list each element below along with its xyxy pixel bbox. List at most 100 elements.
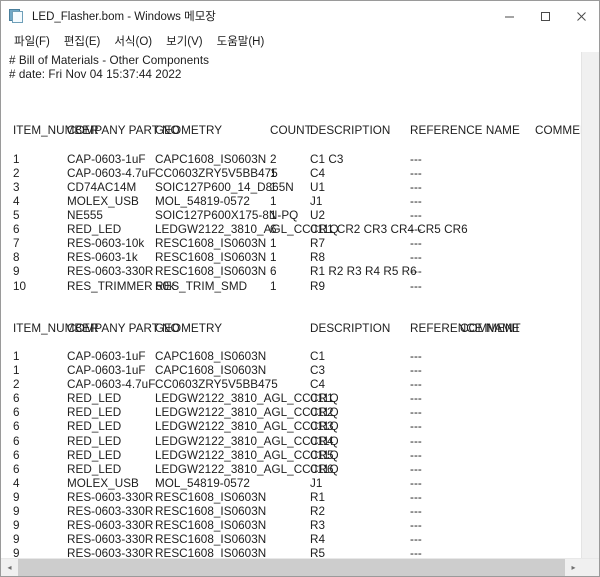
table-row: 2CAP-0603-4.7uFCC0603ZRY5V5BB4751C4---	[5, 167, 581, 181]
table-cell: 6	[270, 223, 310, 237]
table-cell: CAPC1608_IS0603N	[155, 350, 310, 364]
maximize-icon[interactable]	[527, 1, 563, 31]
table-row: 1CAP-0603-1uFCAPC1608_IS0603NC3---	[5, 364, 581, 378]
table-cell: 6	[270, 265, 310, 279]
table-cell: 1	[13, 364, 67, 378]
table-row: 6RED_LEDLEDGW2122_3810_AGL_CC011QCR1---	[5, 392, 581, 406]
blank-line	[5, 110, 581, 124]
table-cell: RES-0603-330R	[67, 505, 155, 519]
table-cell: CD74AC14M	[67, 181, 155, 195]
table-cell: SOIC127P600_14_D865N	[155, 181, 270, 195]
table-row: 9RES-0603-330RRESC1608_IS0603NR1---	[5, 491, 581, 505]
table-cell: ---	[410, 533, 460, 547]
table-row: 3CD74AC14MSOIC127P600_14_D865N1U1---	[5, 181, 581, 195]
table2-header-row: ITEM_NUMBERCOMPANY PART NOGEOMETRYDESCRI…	[5, 322, 581, 336]
table-cell: CR3	[310, 420, 410, 434]
table-cell: RES_TRIM_SMD	[155, 280, 270, 294]
table-cell: CAPC1608_IS0603N	[155, 364, 310, 378]
table-row: 6RED_LEDLEDGW2122_3810_AGL_CC011QCR3---	[5, 420, 581, 434]
horizontal-scroll-track[interactable]	[18, 559, 565, 576]
table-cell: CAP-0603-1uF	[67, 153, 155, 167]
table-cell: RES-0603-330R	[67, 547, 155, 558]
table-cell: MOL_54819-0572	[155, 195, 270, 209]
table-cell: J1	[310, 195, 410, 209]
table-cell: RED_LED	[67, 435, 155, 449]
table-cell: ---	[410, 420, 460, 434]
table-cell: 8	[13, 251, 67, 265]
table-cell: ---	[410, 463, 460, 477]
horizontal-scrollbar[interactable]: ◂ ▸	[1, 558, 599, 576]
close-icon[interactable]	[563, 1, 599, 31]
menu-item-edit[interactable]: 편집(E)	[57, 34, 108, 51]
table-cell: CR5	[310, 449, 410, 463]
table-row: 5NE555SOIC127P600X175-8N-PQ1U2---	[5, 209, 581, 223]
horizontal-scroll-thumb[interactable]	[18, 559, 565, 576]
table-cell: RESC1608_IS0603N	[155, 251, 270, 265]
blank-line	[5, 96, 581, 110]
table-cell: GEOMETRY	[155, 124, 270, 138]
table-cell: C3	[310, 364, 410, 378]
table-cell: COMPANY PART NO	[67, 322, 155, 336]
table-cell: 9	[13, 505, 67, 519]
table-cell: LEDGW2122_3810_AGL_CC011Q	[155, 420, 310, 434]
blank-line	[5, 308, 581, 322]
menu-item-file[interactable]: 파일(F)	[7, 34, 57, 51]
table-cell: R2	[310, 505, 410, 519]
minimize-icon[interactable]	[491, 1, 527, 31]
table-cell: ---	[410, 237, 535, 251]
document-text: # Bill of Materials - Other Components# …	[5, 54, 581, 558]
table-row: 9RES-0603-330RRESC1608_IS0603NR5---	[5, 547, 581, 558]
table-cell: 10	[13, 280, 67, 294]
scroll-right-arrow-icon[interactable]: ▸	[565, 559, 582, 576]
text-editor[interactable]: # Bill of Materials - Other Components# …	[1, 52, 581, 558]
table-cell: C1 C3	[310, 153, 410, 167]
table-cell: RESC1608_IS0603N	[155, 237, 270, 251]
table-cell: RES-0603-1k	[67, 251, 155, 265]
table-row: 8RES-0603-1kRESC1608_IS0603N1R8---	[5, 251, 581, 265]
table-cell: COUNT	[270, 124, 310, 138]
menu-item-view[interactable]: 보기(V)	[159, 34, 210, 51]
table-cell: R4	[310, 533, 410, 547]
table-cell: C4	[310, 378, 410, 392]
table-cell: ---	[410, 392, 460, 406]
menu-item-format[interactable]: 서식(O)	[107, 34, 159, 51]
table-cell: ---	[410, 153, 535, 167]
table-cell: REFERENCE NAME	[410, 124, 535, 138]
table-cell: ---	[410, 364, 460, 378]
vertical-scrollbar[interactable]	[581, 52, 599, 558]
comment-line: # date: Fri Nov 04 15:37:44 2022	[5, 68, 581, 82]
table-cell: LEDGW2122_3810_AGL_CC011Q	[155, 449, 310, 463]
table-cell: COMMENT	[460, 322, 540, 336]
table-row: 7RES-0603-10kRESC1608_IS0603N1R7---	[5, 237, 581, 251]
table-row: 2CAP-0603-4.7uFCC0603ZRY5V5BB475C4---	[5, 378, 581, 392]
table-cell: R1	[310, 491, 410, 505]
table-cell: COMPANY PART NO	[67, 124, 155, 138]
table-cell: RESC1608_IS0603N	[155, 519, 310, 533]
table-cell: 1	[270, 251, 310, 265]
notepad-window: LED_Flasher.bom - Windows 메모장 파일(F) 편집(E…	[0, 0, 600, 577]
table-cell: RESC1608_IS0603N	[155, 491, 310, 505]
blank-line	[5, 139, 581, 153]
table-cell: ---	[410, 505, 460, 519]
table-cell: REFERENCE NAME	[410, 322, 460, 336]
table-cell: CR2	[310, 406, 410, 420]
table-cell: C1	[310, 350, 410, 364]
table-cell: DESCRIPTION	[310, 322, 410, 336]
table-row: 9RES-0603-330RRESC1608_IS0603NR2---	[5, 505, 581, 519]
table-cell: ---	[410, 491, 460, 505]
comment-line: # Bill of Materials - Other Components	[5, 54, 581, 68]
table-cell: 9	[13, 519, 67, 533]
table-cell: ---	[410, 167, 535, 181]
menu-item-help[interactable]: 도움말(H)	[210, 34, 272, 51]
table-cell: 9	[13, 491, 67, 505]
scroll-left-arrow-icon[interactable]: ◂	[1, 559, 18, 576]
table-cell: 1	[270, 181, 310, 195]
table-cell: R5	[310, 547, 410, 558]
table-cell: ---	[410, 350, 460, 364]
table-cell: RES_TRIMMER 50k	[67, 280, 155, 294]
table-cell: 3	[13, 181, 67, 195]
table-row: 6RED_LEDLEDGW2122_3810_AGL_CC011QCR6---	[5, 463, 581, 477]
table-cell: NE555	[67, 209, 155, 223]
table-cell: RED_LED	[67, 392, 155, 406]
table-cell: ---	[410, 195, 535, 209]
